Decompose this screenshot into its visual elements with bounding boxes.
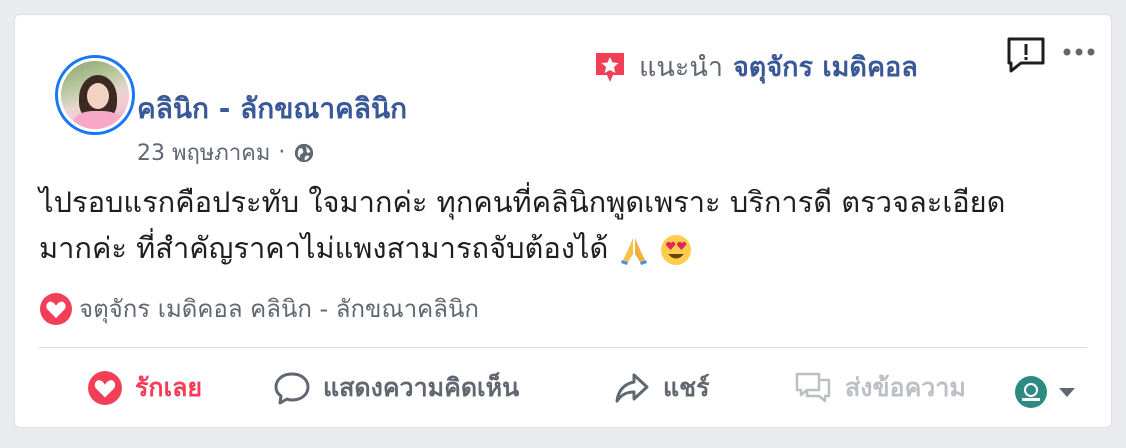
share-icon bbox=[615, 373, 649, 403]
reactions-summary[interactable]: จตุจักร เมดิคอล คลินิก - ลักขณาคลินิก bbox=[39, 289, 479, 328]
share-button[interactable]: แชร์ bbox=[613, 365, 710, 411]
love-button[interactable]: รักเลย bbox=[87, 365, 202, 411]
post-date[interactable]: 23 พฤษภาคม bbox=[137, 135, 270, 170]
folded-hands-icon bbox=[620, 238, 647, 265]
send-message-button[interactable]: ส่งข้อความ bbox=[793, 365, 966, 411]
recommended-page-link[interactable]: จตุจักร เมดิคอล bbox=[733, 45, 918, 88]
comment-icon bbox=[274, 372, 310, 405]
post-meta: 23 พฤษภาคม · bbox=[137, 135, 315, 170]
message-label: ส่งข้อความ bbox=[845, 373, 966, 402]
page-avatar-dropdown bbox=[1015, 376, 1075, 408]
chevron-down-icon bbox=[1059, 388, 1075, 397]
love-icon bbox=[88, 371, 122, 405]
heart-eyes-icon bbox=[660, 235, 691, 265]
recommendation-line: แนะนำ จตุจักร เมดิคอล bbox=[593, 45, 918, 88]
action-bar: รักเลย แสดงความคิดเห็น แชร์ ส่งข้อความ bbox=[15, 355, 1111, 421]
reaction-names: จตุจักร เมดิคอล คลินิก - ลักขณาคลินิก bbox=[79, 295, 479, 323]
message-icon bbox=[795, 372, 831, 403]
post-text-line-2: มากค่ะ ที่สำคัญราคาไม่แพงสามารถจับต้องได… bbox=[39, 225, 1089, 271]
audience-selector[interactable] bbox=[1013, 369, 1099, 415]
more-options-icon[interactable] bbox=[1061, 45, 1097, 59]
post-text-line-1: ไปรอบแรกคือประทับ ใจมากค่ะ ทุกคนที่คลินิ… bbox=[39, 185, 1006, 219]
recommend-verb: แนะนำ bbox=[639, 52, 723, 83]
actions-divider bbox=[39, 347, 1087, 348]
report-icon[interactable] bbox=[1005, 35, 1047, 75]
share-label: แชร์ bbox=[663, 373, 710, 402]
meta-separator: · bbox=[278, 140, 286, 165]
post-body: ไปรอบแรกคือประทับ ใจมากค่ะ ทุกคนที่คลินิ… bbox=[39, 179, 1089, 271]
page-name-link[interactable]: คลินิก - ลักขณาคลินิก bbox=[137, 87, 407, 131]
comment-label: แสดงความคิดเห็น bbox=[323, 373, 520, 402]
comment-button[interactable]: แสดงความคิดเห็น bbox=[273, 365, 519, 411]
post-text-line-2-text: มากค่ะ ที่สำคัญราคาไม่แพงสามารถจับต้องได… bbox=[39, 231, 609, 265]
avatar-photo bbox=[61, 61, 129, 129]
star-flag-icon bbox=[596, 52, 624, 82]
post-card: คลินิก - ลักขณาคลินิก 23 พฤษภาคม · แนะนำ… bbox=[14, 14, 1112, 428]
globe-icon bbox=[295, 143, 314, 162]
love-reaction-icon bbox=[40, 292, 72, 325]
avatar[interactable] bbox=[55, 55, 135, 135]
love-label: รักเลย bbox=[135, 373, 203, 402]
